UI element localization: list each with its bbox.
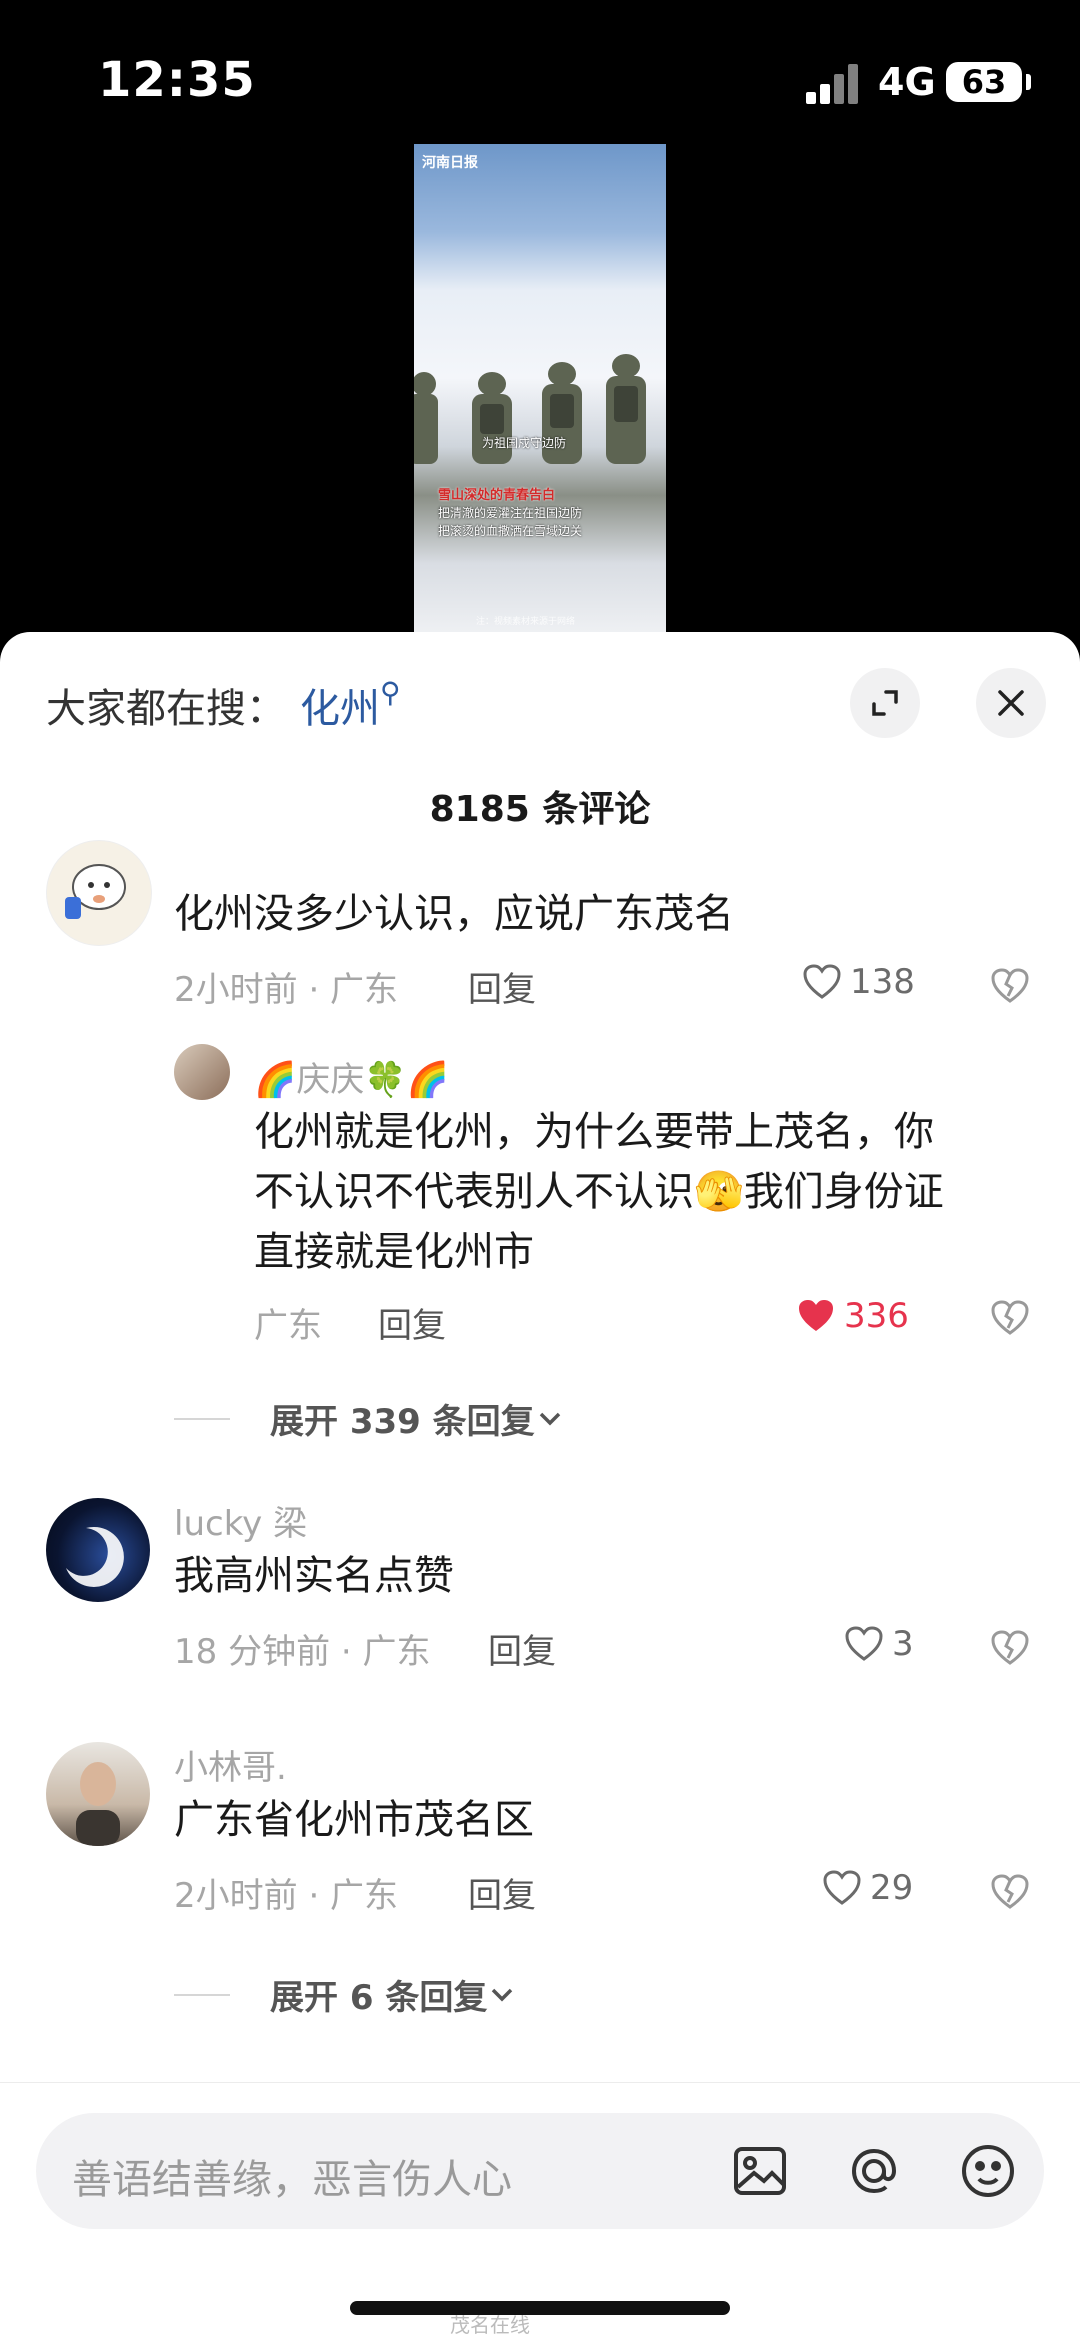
- comment-input-placeholder: 善语结善缘，恶言伤人心: [72, 2157, 512, 2203]
- comment-username[interactable]: 小林哥.: [174, 1740, 287, 1789]
- like-count: 29: [870, 1868, 914, 1908]
- comment-sheet: 大家都在搜： 化州⚲ 8185 条评论 化州没多少认识，应说广东茂名 2小时前 ·…: [0, 632, 1080, 2339]
- battery-icon: 63: [946, 62, 1031, 102]
- comment-username[interactable]: lucky 梁: [174, 1496, 307, 1545]
- video-caption-line: 把清澈的爱灌注在祖国边防: [438, 506, 583, 520]
- dislike-icon[interactable]: [990, 1872, 1030, 1912]
- image-icon[interactable]: [728, 2139, 792, 2203]
- like-button[interactable]: 138: [802, 962, 915, 1002]
- comment-text: 我高州实名点赞: [174, 1553, 454, 1599]
- heart-icon: [823, 1870, 861, 1905]
- dislike-icon[interactable]: [990, 1628, 1030, 1668]
- expand-replies-label: 展开 339 条回复: [270, 1402, 535, 1442]
- comment-meta: 2小时前 · 广东: [174, 970, 399, 1010]
- like-button[interactable]: 29: [822, 1868, 913, 1908]
- avatar[interactable]: [46, 1742, 150, 1846]
- dislike-icon[interactable]: [990, 1298, 1030, 1338]
- close-icon: [998, 690, 1024, 716]
- like-count: 3: [892, 1624, 914, 1664]
- expand-replies-button[interactable]: 展开 6 条回复: [174, 1970, 517, 2019]
- comment-count: 8185 条评论: [429, 789, 651, 830]
- comment-text: 直接就是化州市: [254, 1229, 534, 1275]
- avatar[interactable]: [174, 1044, 230, 1100]
- comment-meta: 2小时前 · 广东: [174, 1876, 399, 1916]
- video-caption-line: 把滚烫的血撒洒在雪域边关: [438, 524, 583, 538]
- chevron-down-icon: [492, 1988, 513, 2001]
- comment-input-bar: 善语结善缘，恶言伤人心 茂名在线: [0, 2082, 1080, 2339]
- video-caption-top: 为祖国戍守边防: [482, 436, 567, 450]
- comment-text: 广东省化州市茂名区: [174, 1797, 534, 1843]
- expand-replies-label: 展开 6 条回复: [270, 1978, 488, 2018]
- trending-search-prefix: 大家都在搜：: [46, 686, 286, 732]
- watermark: 茂名在线: [450, 2313, 530, 2337]
- comment-meta: 18 分钟前 · 广东: [174, 1632, 431, 1672]
- reply-button[interactable]: 回复: [488, 1624, 556, 1673]
- mention-icon[interactable]: [842, 2139, 906, 2203]
- comment-text: 不认识不代表别人不认识🫣我们身份证: [254, 1169, 944, 1215]
- emoji-icon[interactable]: [956, 2139, 1020, 2203]
- search-icon: ⚲: [380, 676, 401, 709]
- avatar[interactable]: [46, 840, 152, 946]
- comment-input[interactable]: 善语结善缘，恶言伤人心: [36, 2113, 1044, 2229]
- close-button[interactable]: [976, 668, 1046, 738]
- like-button[interactable]: 3: [844, 1624, 914, 1664]
- reply-button[interactable]: 回复: [468, 1868, 536, 1917]
- dislike-icon[interactable]: [990, 966, 1030, 1006]
- expand-button[interactable]: [850, 668, 920, 738]
- reply-button[interactable]: 回复: [378, 1298, 446, 1347]
- comment-text: 化州没多少认识，应说广东茂名: [174, 891, 734, 937]
- video-footer: 注：视频素材来源于网络: [476, 617, 576, 627]
- trending-search[interactable]: 大家都在搜： 化州⚲: [46, 676, 401, 734]
- video-preview[interactable]: 河南日报 为祖国戍守边防 雪山深处的青春告白 把清澈的爱灌注在祖国边防 把滚烫的…: [414, 144, 666, 632]
- heart-icon: [845, 1626, 883, 1661]
- like-button[interactable]: 336: [796, 1296, 909, 1336]
- like-count: 336: [844, 1296, 909, 1336]
- heart-icon: [803, 964, 841, 999]
- heart-filled-icon: [799, 1300, 833, 1331]
- status-bar: 12:35 4G 63: [0, 0, 1080, 140]
- comment-text: 化州就是化州，为什么要带上茂名，你: [254, 1109, 934, 1155]
- video-logo: 河南日报: [422, 155, 478, 171]
- network-type: 4G: [878, 60, 936, 104]
- trending-search-keyword[interactable]: 化州: [300, 686, 380, 732]
- expand-icon: [872, 690, 898, 716]
- comment-meta: 广东: [254, 1306, 322, 1346]
- comment-username[interactable]: 🌈庆庆🍀🌈: [254, 1052, 449, 1101]
- avatar[interactable]: [46, 1498, 150, 1602]
- status-time: 12:35: [98, 52, 256, 108]
- chevron-down-icon: [539, 1412, 560, 1425]
- reply-button[interactable]: 回复: [468, 962, 536, 1011]
- home-indicator[interactable]: [350, 2301, 730, 2315]
- signal-icon: [806, 64, 862, 104]
- like-count: 138: [850, 962, 915, 1002]
- expand-replies-button[interactable]: 展开 339 条回复: [174, 1394, 565, 1443]
- video-caption-title: 雪山深处的青春告白: [438, 488, 556, 503]
